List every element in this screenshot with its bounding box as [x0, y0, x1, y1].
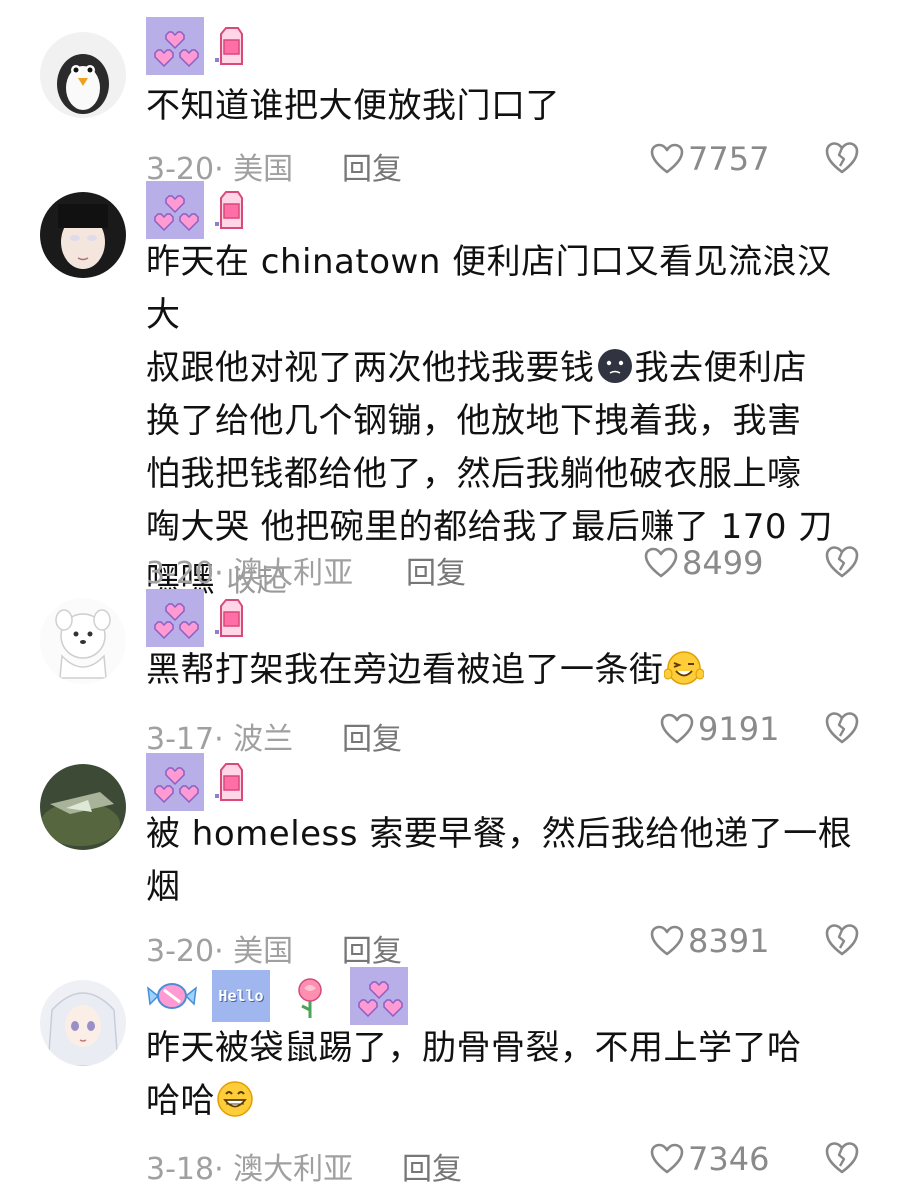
user-badges: Hello [146, 966, 408, 1026]
reply-button[interactable]: 回复 [342, 714, 402, 758]
comment-meta: 3-18· 澳大利亚 回复 7346 [146, 1136, 866, 1188]
comment-date-location: 3-18· 澳大利亚 [146, 1152, 354, 1187]
rose-badge-icon [298, 978, 322, 1018]
reply-button[interactable]: 回复 [406, 548, 466, 592]
like-count: 9191 [698, 710, 780, 748]
user-badges [146, 588, 244, 648]
broken-heart-icon [824, 710, 860, 746]
broken-heart-icon [824, 140, 860, 176]
dislike-button[interactable] [824, 710, 860, 746]
pixel-hearts-badge-icon [146, 17, 204, 75]
comment-date-location: 3-20· 美国 [146, 934, 294, 969]
comment-meta: 3-17· 波兰 回复 9191 [146, 706, 866, 758]
heart-icon [650, 143, 684, 175]
like-button[interactable]: 7346 [650, 1140, 769, 1178]
hello-badge: Hello [212, 970, 270, 1022]
like-button[interactable]: 9191 [660, 710, 779, 748]
comment-line: 昨天在 chinatown 便利店门口又看见流浪汉大 [146, 242, 832, 335]
user-badges [146, 16, 244, 76]
comment-line: 哈哈 [146, 1075, 866, 1128]
comment-text: 昨天被袋鼠踢了，肋骨骨裂，不用上学了哈 哈哈 [146, 1022, 866, 1128]
reply-button[interactable]: 回复 [342, 144, 402, 188]
like-count: 8499 [682, 544, 764, 582]
pixel-hearts-badge-icon [146, 589, 204, 647]
comment-date-location: 3-20· 澳大利亚 [146, 556, 354, 591]
white-dog-avatar-icon [40, 598, 126, 684]
broken-heart-icon [824, 922, 860, 958]
heart-icon [644, 547, 678, 579]
like-button[interactable]: 7757 [650, 140, 769, 178]
pixel-hearts-badge-icon [146, 181, 204, 239]
comment-text: 黑帮打架我在旁边看被追了一条街 [146, 644, 866, 697]
user-badges [146, 752, 244, 812]
comment-line: 换了给他几个钢镚，他放地下拽着我，我害 [146, 401, 802, 441]
comment-line: 昨天被袋鼠踢了，肋骨骨裂，不用上学了哈 [146, 1028, 802, 1068]
like-count: 7757 [688, 140, 770, 178]
user-avatar[interactable] [40, 192, 126, 278]
wink-laugh-emoji-icon [664, 648, 704, 688]
like-button[interactable]: 8391 [650, 922, 769, 960]
comment-meta: 3-20· 澳大利亚 回复 8499 [146, 540, 866, 592]
reply-button[interactable]: 回复 [402, 1144, 462, 1188]
comment-meta: 3-20· 美国 回复 7757 [146, 136, 866, 188]
comment-line: 叔跟他对视了两次他找我要钱 我去便利店 [146, 346, 807, 388]
like-button[interactable]: 8499 [644, 544, 763, 582]
comment-text: 不知道谁把大便放我门口了 [146, 86, 560, 126]
dislike-button[interactable] [824, 140, 860, 176]
penguin-avatar-icon [40, 32, 126, 118]
like-count: 8391 [688, 922, 770, 960]
heart-icon [650, 1143, 684, 1175]
dislike-button[interactable] [824, 544, 860, 580]
broken-heart-icon [824, 544, 860, 580]
comment-text: 被 homeless 索要早餐，然后我给他递了一根 烟 [146, 808, 866, 914]
user-badges [146, 180, 244, 240]
green-scene-avatar-icon [40, 764, 126, 850]
comment-line: 怕我把钱都给他了，然后我躺他破衣服上嚎 [146, 454, 802, 494]
comment-line: 被 homeless 索要早餐，然后我给他递了一根 [146, 814, 853, 854]
user-avatar[interactable] [40, 598, 126, 684]
comment-meta: 3-20· 美国 回复 8391 [146, 918, 866, 970]
reply-button[interactable]: 回复 [342, 926, 402, 970]
pixel-hearts-badge-icon [350, 967, 408, 1025]
dislike-button[interactable] [824, 1140, 860, 1176]
user-avatar[interactable] [40, 980, 126, 1066]
dark-ball-emoji-icon [595, 346, 635, 386]
milk-carton-badge-icon [214, 598, 244, 638]
dislike-button[interactable] [824, 922, 860, 958]
comment-line: 烟 [146, 867, 181, 907]
user-avatar[interactable] [40, 764, 126, 850]
broken-heart-icon [824, 1140, 860, 1176]
white-hair-girl-avatar-icon [40, 980, 126, 1066]
milk-carton-badge-icon [214, 190, 244, 230]
user-avatar[interactable] [40, 32, 126, 118]
pixel-hearts-badge-icon [146, 753, 204, 811]
grin-emoji-icon [215, 1079, 255, 1119]
hello-badge-text: Hello [218, 987, 264, 1005]
milk-carton-badge-icon [214, 26, 244, 66]
milk-carton-badge-icon [214, 762, 244, 802]
like-count: 7346 [688, 1140, 770, 1178]
heart-icon [660, 713, 694, 745]
candy-badge-icon [147, 983, 197, 1009]
anime-girl-avatar-icon [40, 192, 126, 278]
heart-icon [650, 925, 684, 957]
